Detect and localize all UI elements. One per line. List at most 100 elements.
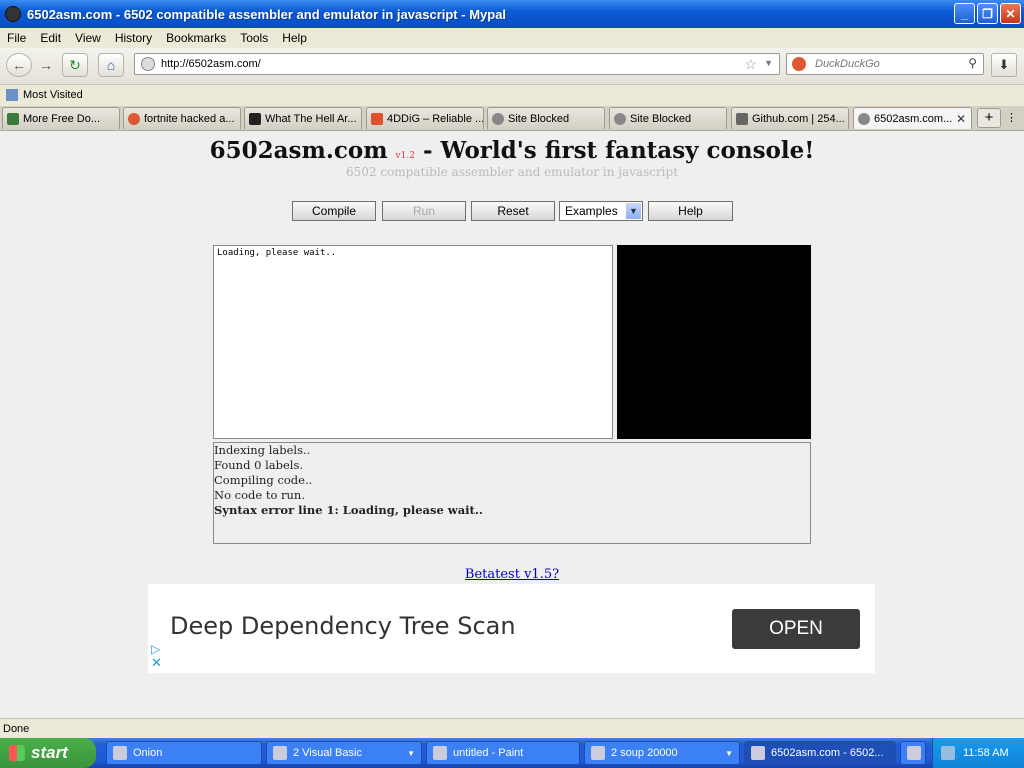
tab-github[interactable]: Github.com | 254...	[731, 107, 849, 129]
mypal-icon	[5, 6, 21, 22]
tab-site-blocked-1[interactable]: Site Blocked	[487, 107, 605, 129]
tab-favicon	[7, 112, 19, 125]
most-visited-link[interactable]: Most Visited	[23, 89, 83, 101]
chevron-down-icon: ▼	[407, 748, 415, 758]
chevron-down-icon: ▼	[725, 748, 733, 758]
menu-bar: File Edit View History Bookmarks Tools H…	[0, 28, 1024, 48]
taskbar-item-paint[interactable]: untitled - Paint	[426, 741, 580, 765]
folder-icon	[591, 746, 605, 760]
page-content: 6502asm.com v1.2 - World's first fantasy…	[0, 131, 1024, 718]
log-line: Found 0 labels.	[214, 458, 304, 472]
tab-label: 4DDiG – Reliable ...	[387, 112, 484, 125]
search-icon[interactable]: ⚲	[968, 56, 977, 70]
most-visited-icon	[6, 89, 18, 101]
clock[interactable]: 11:58 AM	[963, 747, 1009, 759]
task-label: 6502asm.com - 6502...	[771, 747, 884, 759]
search-bar[interactable]: ⚲	[786, 53, 984, 75]
status-bar: Done	[0, 718, 1024, 738]
back-button[interactable]: ←	[6, 53, 32, 77]
ad-close-icon[interactable]: ✕	[151, 656, 162, 669]
examples-selected-value: Examples	[565, 204, 618, 218]
menu-view[interactable]: View	[68, 31, 108, 45]
start-button[interactable]: start	[0, 738, 96, 768]
tab-label: Site Blocked	[630, 112, 692, 125]
list-all-tabs-button[interactable]: ⋮	[1006, 111, 1017, 124]
minimize-button[interactable]: _	[954, 3, 975, 24]
tab-close-icon[interactable]: ✕	[956, 112, 966, 126]
taskbar-item-6502asm[interactable]: 6502asm.com - 6502...	[744, 741, 896, 765]
downloads-button[interactable]: ⬇	[991, 53, 1017, 77]
site-name: 6502asm.com	[209, 137, 388, 164]
tab-label: Site Blocked	[508, 112, 570, 125]
run-button[interactable]: Run	[382, 201, 466, 221]
keyboard-icon	[907, 746, 921, 760]
forward-button[interactable]: →	[33, 53, 59, 77]
betatest-link: Betatest v1.5?	[0, 567, 1024, 582]
app-icon	[113, 746, 127, 760]
windows-logo-icon	[9, 745, 25, 761]
url-bar[interactable]: ☆ ▼	[134, 53, 780, 75]
tab-label: 6502asm.com...	[874, 112, 953, 125]
help-button[interactable]: Help	[648, 201, 733, 221]
page-subtitle: 6502 compatible assembler and emulator i…	[345, 165, 679, 179]
home-button[interactable]: ⌂	[98, 53, 124, 77]
tab-more-free-downloads[interactable]: More Free Do...	[2, 107, 120, 129]
download-arrow-icon: ⬇	[998, 57, 1010, 72]
log-line: Indexing labels..	[214, 443, 311, 457]
code-editor[interactable]: Loading, please wait..	[213, 245, 613, 439]
duckduckgo-icon[interactable]	[792, 57, 806, 71]
menu-file[interactable]: File	[0, 31, 33, 45]
tab-favicon	[492, 112, 504, 125]
taskbar-item-visual-basic[interactable]: 2 Visual Basic ▼	[266, 741, 422, 765]
chevron-down-icon[interactable]: ▼	[626, 203, 641, 219]
ad-choices-icon[interactable]: ▷	[151, 642, 160, 656]
maximize-button[interactable]: ❐	[977, 3, 998, 24]
examples-select[interactable]: Examples ▼	[559, 201, 643, 221]
new-tab-button[interactable]: +	[977, 108, 1001, 128]
ad-open-button[interactable]: OPEN	[732, 609, 860, 649]
tab-favicon	[371, 112, 383, 125]
reload-button[interactable]: ↻	[62, 53, 88, 77]
tab-site-blocked-2[interactable]: Site Blocked	[609, 107, 727, 129]
tab-bar: More Free Do... fortnite hacked a... Wha…	[0, 106, 1024, 131]
message-log: Indexing labels.. Found 0 labels. Compil…	[213, 442, 811, 544]
tab-what-the-hell[interactable]: What The Hell Ar...	[244, 107, 362, 129]
taskbar-item-onion[interactable]: Onion	[106, 741, 262, 765]
task-label: 2 soup 20000	[611, 747, 678, 759]
bookmark-star-icon[interactable]: ☆	[744, 56, 757, 73]
tab-favicon	[249, 112, 261, 125]
tab-fortnite[interactable]: fortnite hacked a...	[123, 107, 241, 129]
paint-icon	[433, 746, 447, 760]
menu-history[interactable]: History	[108, 31, 159, 45]
menu-bookmarks[interactable]: Bookmarks	[159, 31, 233, 45]
mypal-icon	[751, 746, 765, 760]
window-controls: _ ❐ ✕	[954, 3, 1021, 24]
menu-help[interactable]: Help	[275, 31, 314, 45]
menu-tools[interactable]: Tools	[233, 31, 275, 45]
tab-favicon	[736, 112, 748, 125]
betatest-link-text[interactable]: Betatest v1.5?	[465, 567, 559, 582]
task-label: untitled - Paint	[453, 747, 524, 759]
url-dropdown-icon[interactable]: ▼	[764, 58, 773, 68]
tab-6502asm[interactable]: 6502asm.com... ✕	[853, 107, 972, 129]
task-label: Onion	[133, 747, 163, 759]
tab-4ddig[interactable]: 4DDiG – Reliable ...	[366, 107, 484, 129]
search-input[interactable]	[813, 57, 957, 71]
close-button[interactable]: ✕	[1000, 3, 1021, 24]
forward-arrow-icon: →	[39, 57, 53, 73]
log-line: No code to run.	[214, 488, 305, 502]
compile-button[interactable]: Compile	[292, 201, 376, 221]
taskbar-item-soup[interactable]: 2 soup 20000 ▼	[584, 741, 740, 765]
task-label: 2 Visual Basic	[293, 747, 362, 759]
network-icon[interactable]	[941, 746, 955, 760]
advertisement-banner[interactable]: Deep Dependency Tree Scan OPEN ▷ ✕	[148, 584, 875, 673]
reset-button[interactable]: Reset	[471, 201, 555, 221]
tab-label: fortnite hacked a...	[144, 112, 235, 125]
title-bar: 6502asm.com - 6502 compatible assembler …	[0, 0, 1024, 28]
system-tray: 11:58 AM	[932, 738, 1024, 768]
log-error-line: Syntax error line 1: Loading, please wai…	[214, 503, 483, 517]
menu-edit[interactable]: Edit	[33, 31, 68, 45]
app-icon	[273, 746, 287, 760]
url-input[interactable]	[161, 58, 721, 70]
taskbar-keyboard-button[interactable]	[900, 741, 926, 765]
